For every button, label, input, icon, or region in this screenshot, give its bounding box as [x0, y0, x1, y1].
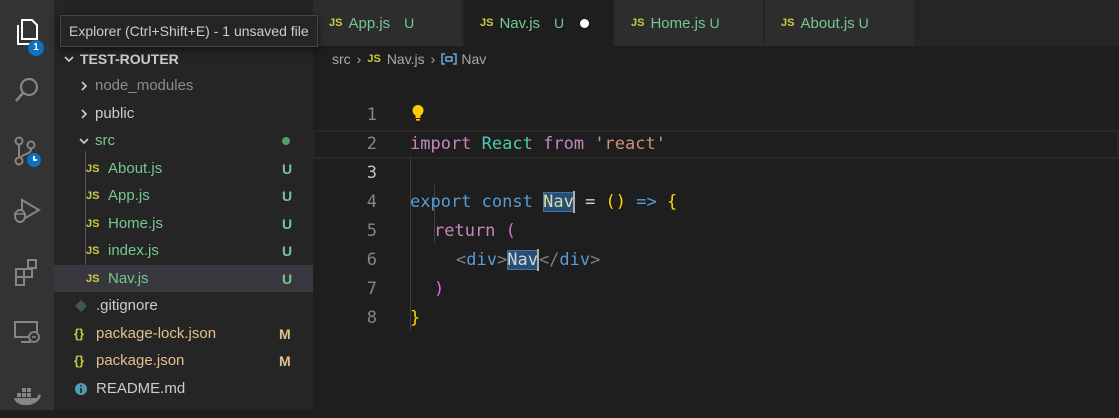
- tree-item-home-js[interactable]: JS Home.js U: [54, 210, 313, 237]
- explorer-sidebar: TEST-ROUTER node_modules public src JS A…: [54, 0, 313, 410]
- code-line-6: 6 ): [313, 217, 1119, 299]
- docker-icon[interactable]: [0, 370, 54, 418]
- tree-item-label: public: [95, 105, 135, 122]
- tab-home-js[interactable]: JS Home.js U: [615, 0, 764, 46]
- chevron-right-icon: ›: [430, 51, 436, 67]
- modified-dot-icon: [282, 136, 290, 145]
- tab-label: Home.js: [650, 14, 706, 32]
- search-icon[interactable]: [0, 66, 54, 114]
- token-brace: }: [410, 308, 421, 328]
- chevron-right-icon: [77, 79, 91, 93]
- git-status-badge: U: [282, 160, 293, 177]
- unsaved-count-badge: 1: [28, 40, 44, 56]
- git-status-badge: U: [709, 15, 720, 31]
- js-file-icon: JS: [86, 217, 100, 230]
- tree-item-public[interactable]: public: [54, 100, 313, 127]
- js-file-icon: JS: [86, 272, 100, 285]
- run-debug-icon[interactable]: [0, 186, 54, 234]
- tab-label: About.js: [800, 14, 855, 32]
- breadcrumb-symbol[interactable]: Nav: [461, 51, 486, 67]
- project-header[interactable]: TEST-ROUTER: [54, 45, 313, 72]
- extensions-icon[interactable]: [0, 248, 54, 296]
- unsaved-dot-icon[interactable]: [580, 18, 590, 28]
- git-status-badge: U: [858, 15, 869, 31]
- tree-item-package-lock-json[interactable]: {} package-lock.json M: [54, 320, 313, 347]
- activity-bar: 1: [0, 0, 54, 410]
- tree-item-src[interactable]: src: [54, 127, 313, 154]
- git-status-badge: U: [282, 270, 293, 287]
- project-title: TEST-ROUTER: [80, 50, 179, 67]
- chevron-down-icon: [62, 52, 76, 66]
- code-line-3: 3 export const Nav = () => {: [313, 130, 1119, 213]
- js-file-icon: JS: [86, 244, 100, 257]
- tree-item-package-json[interactable]: {} package.json M: [54, 347, 313, 374]
- source-control-icon[interactable]: [0, 128, 54, 176]
- code-line-1: 1 import React from 'react': [313, 72, 1119, 154]
- tree-item-label: Home.js: [108, 215, 164, 232]
- tree-item-label: About.js: [108, 160, 163, 177]
- json-file-icon: {}: [74, 326, 85, 341]
- tree-item-label: package.json: [96, 352, 185, 369]
- lightbulb-icon[interactable]: [411, 104, 425, 127]
- git-status-badge: M: [279, 352, 291, 369]
- tree-item-app-js[interactable]: JS App.js U: [54, 182, 313, 209]
- tree-item-label: index.js: [108, 242, 159, 259]
- js-file-icon: JS: [86, 189, 100, 202]
- git-status-badge: U: [282, 187, 293, 204]
- chevron-right-icon: [77, 107, 91, 121]
- tab-about-js[interactable]: JS About.js U: [765, 0, 915, 46]
- tree-item-nav-js[interactable]: JS Nav.js U: [54, 265, 313, 292]
- explorer-tooltip: Explorer (Ctrl+Shift+E) - 1 unsaved file: [60, 15, 318, 47]
- js-file-icon: JS: [329, 17, 343, 29]
- code-line-8: 8: [313, 275, 1119, 328]
- explorer-icon[interactable]: 1: [0, 8, 54, 56]
- tree-item-node-modules[interactable]: node_modules: [54, 72, 313, 99]
- git-diamond-icon: [74, 299, 96, 313]
- tree-item-label: node_modules: [95, 77, 194, 94]
- tab-label: App.js: [348, 14, 391, 32]
- json-file-icon: {}: [74, 353, 85, 368]
- tree-item-label: package-lock.json: [96, 325, 217, 342]
- tab-app-js[interactable]: JS App.js U: [313, 0, 463, 46]
- tree-item-about-js[interactable]: JS About.js U: [54, 155, 313, 182]
- code-editor[interactable]: 1 import React from 'react' 2 3 export c…: [313, 72, 1119, 410]
- remote-explorer-icon[interactable]: [0, 308, 54, 356]
- breadcrumb-file[interactable]: Nav.js: [387, 51, 425, 67]
- breadcrumb-folder[interactable]: src: [332, 51, 351, 67]
- code-line-4: 4 return (: [313, 159, 1119, 241]
- js-file-icon: JS: [480, 17, 494, 29]
- chevron-down-icon: [77, 134, 91, 148]
- info-icon: [74, 382, 96, 396]
- line-number: 8: [366, 308, 377, 328]
- code-line-7: 7 }: [313, 246, 1119, 328]
- breadcrumb: src › JS Nav.js › Nav: [332, 48, 486, 70]
- tree-item-label: src: [95, 132, 115, 149]
- git-status-badge: U: [282, 215, 293, 232]
- tree-item-readme-md[interactable]: README.md: [54, 375, 313, 402]
- tab-label: Nav.js: [499, 14, 541, 32]
- tree-item-label: App.js: [108, 187, 150, 204]
- chevron-right-icon: ›: [356, 51, 362, 67]
- git-status-badge: U: [282, 242, 293, 259]
- js-file-icon: JS: [86, 162, 100, 175]
- tree-item-label: README.md: [96, 380, 186, 397]
- git-status-badge: U: [554, 15, 565, 31]
- editor-tab-bar: JS App.js U JS Nav.js U JS Home.js U JS …: [313, 0, 1119, 46]
- git-status-badge: U: [404, 15, 415, 31]
- tab-nav-js[interactable]: JS Nav.js U: [464, 0, 614, 46]
- js-file-icon: JS: [631, 17, 645, 29]
- js-file-icon: JS: [367, 53, 381, 65]
- tree-item-label: Nav.js: [108, 270, 149, 287]
- code-line-5: 5 <div>Nav</div>: [313, 188, 1119, 271]
- tree-item-label: .gitignore: [96, 297, 158, 314]
- git-status-badge: M: [279, 325, 291, 342]
- symbol-variable-icon: [441, 53, 457, 65]
- js-file-icon: JS: [781, 17, 795, 29]
- tree-item-index-js[interactable]: JS index.js U: [54, 237, 313, 264]
- code-line-2: 2: [313, 101, 1119, 154]
- tree-item-gitignore[interactable]: .gitignore: [54, 292, 313, 319]
